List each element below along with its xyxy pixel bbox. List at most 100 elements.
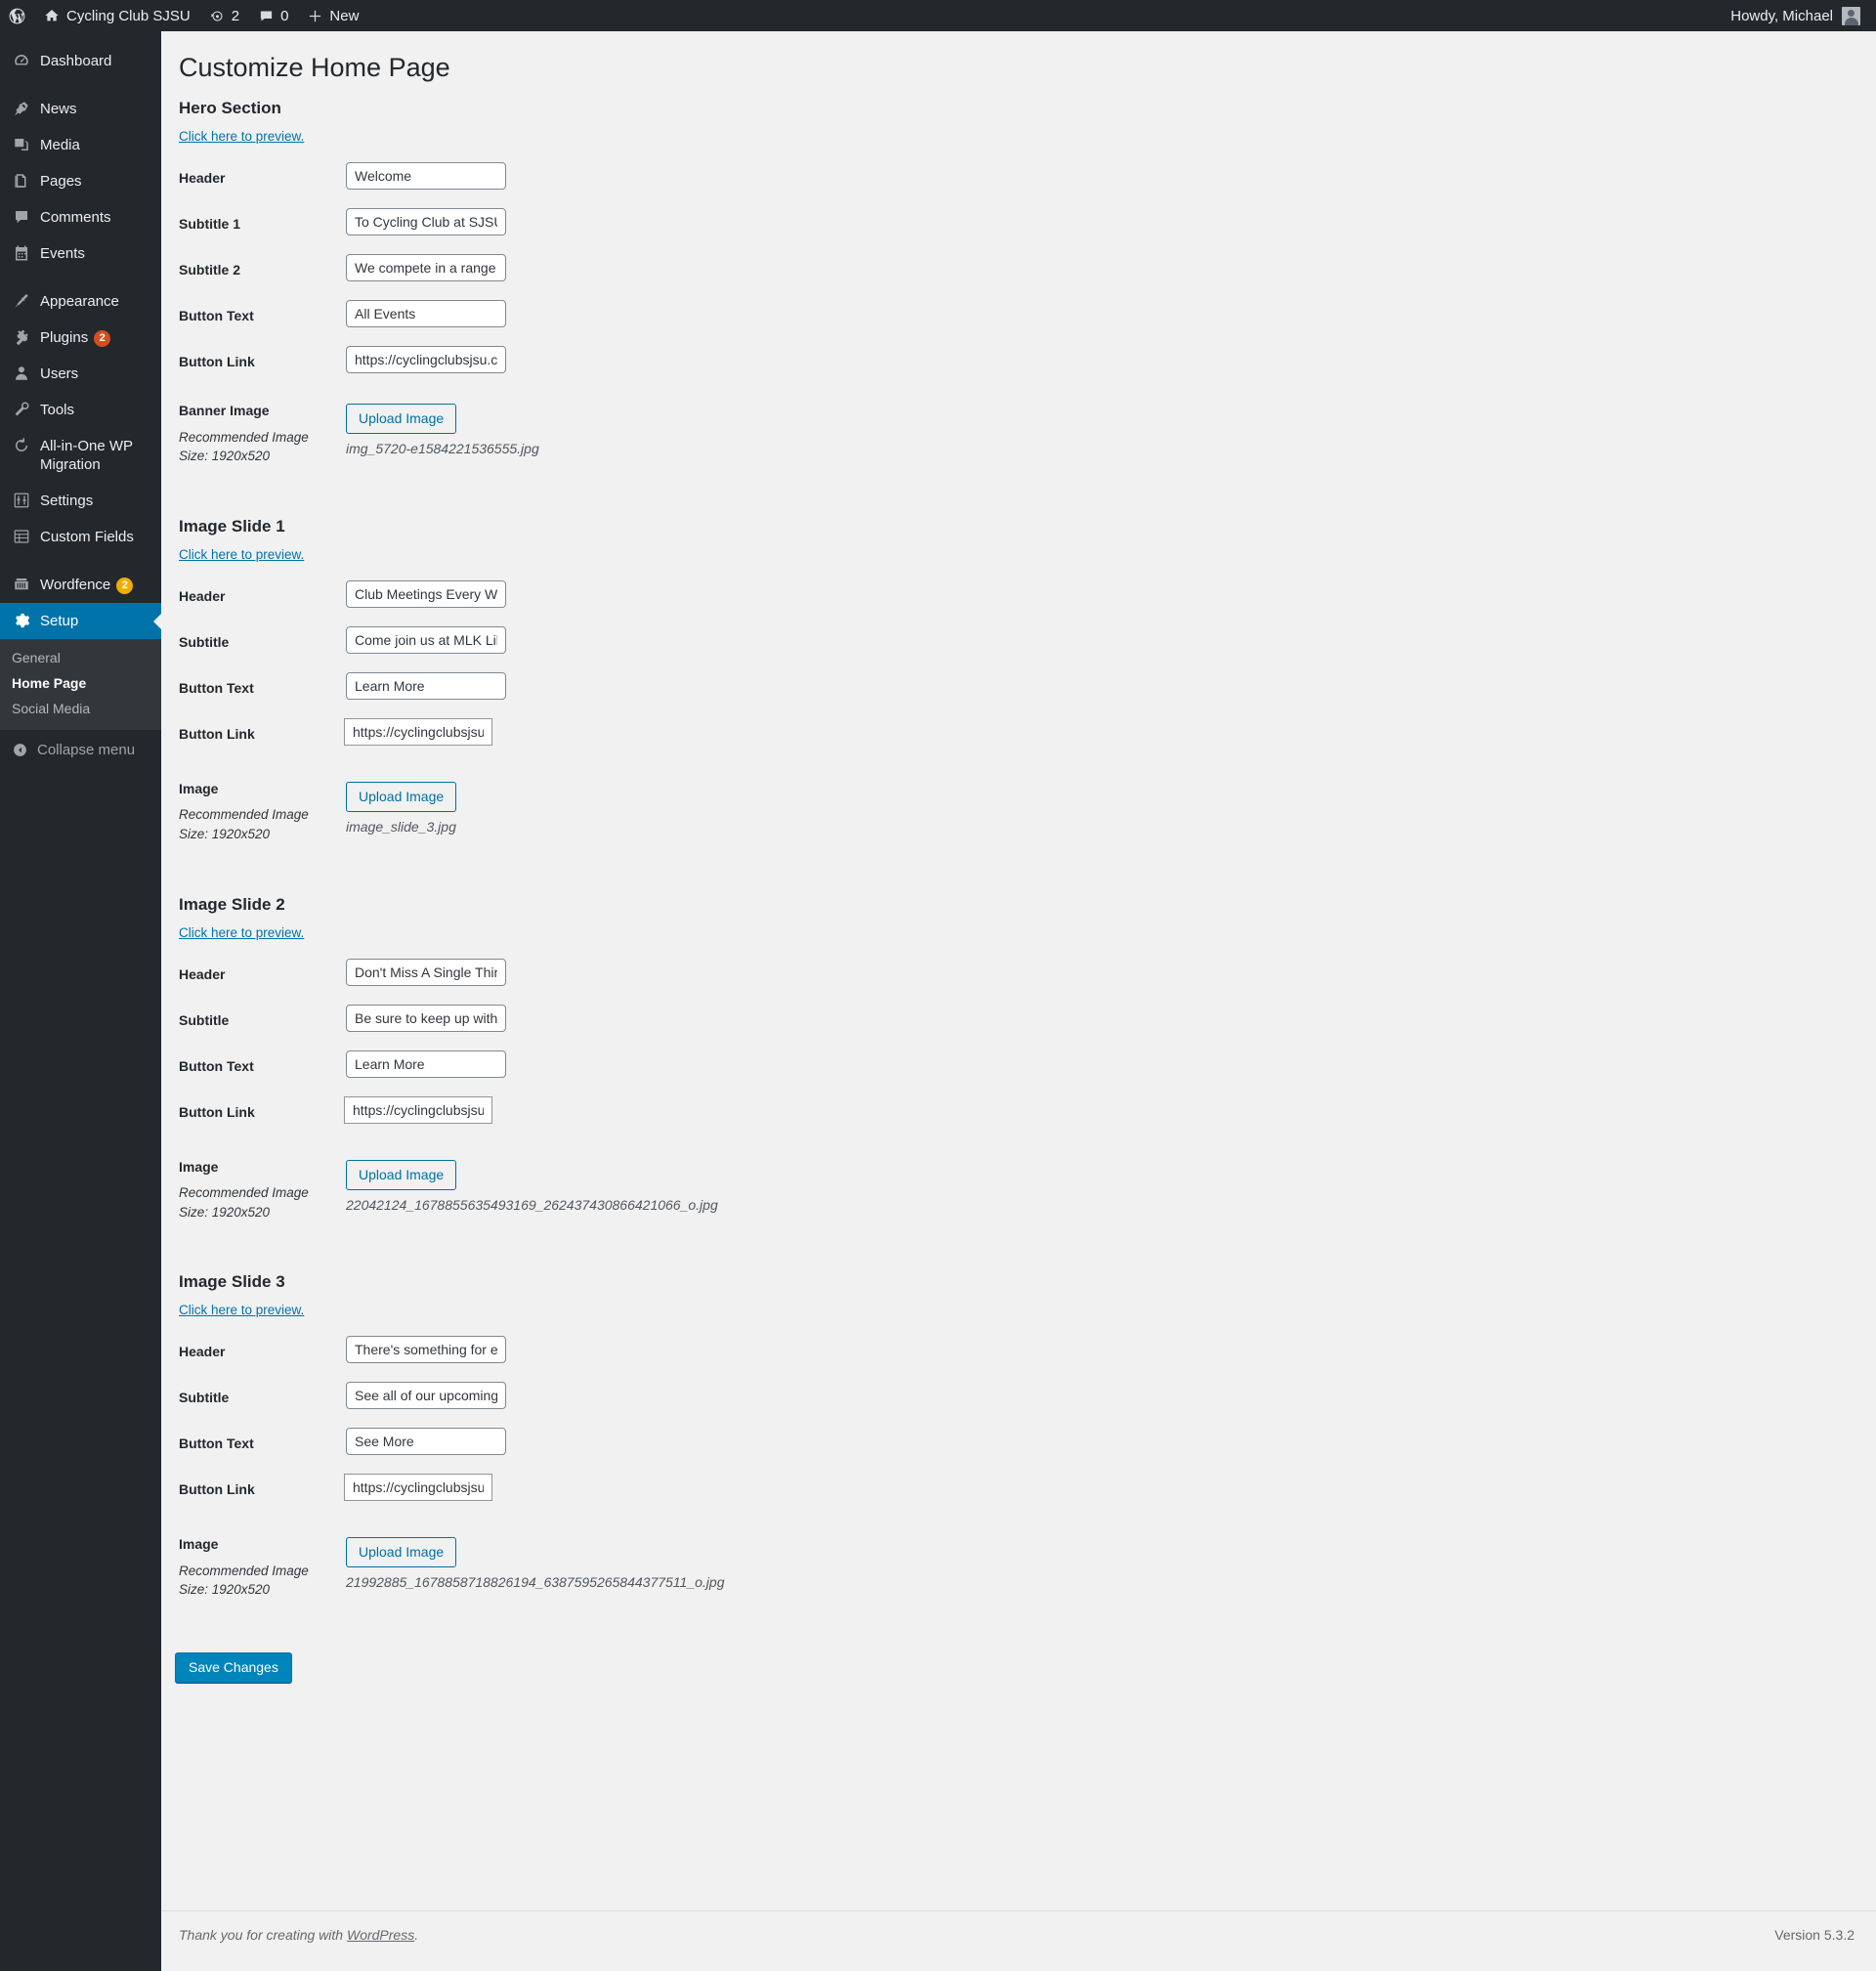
slide2-subtitle-input[interactable]: [346, 1004, 506, 1032]
sidebar-item-appearance[interactable]: Appearance: [0, 283, 161, 320]
hero-button-link-input[interactable]: [346, 346, 506, 374]
field-control: [344, 1465, 492, 1502]
slide2-button-link-input[interactable]: [344, 1095, 492, 1124]
hero-header-input[interactable]: [346, 162, 506, 191]
slide1-button-text-input[interactable]: [346, 671, 506, 700]
recommended-size-hint: Recommended Image Size: 1920x520: [179, 1563, 309, 1598]
field-row: Subtitle 1: [175, 199, 1876, 245]
field-control: [346, 337, 506, 374]
field-row: Button Link: [175, 1465, 1876, 1511]
sidebar-item-setup[interactable]: Setup: [0, 603, 161, 639]
tools-icon: [12, 401, 31, 418]
field-row: Button Link: [175, 337, 1876, 383]
slide2-button-text-input[interactable]: [346, 1050, 506, 1078]
save-gap: [175, 1607, 1876, 1652]
page-title: Customize Home Page: [179, 53, 450, 82]
hero-subtitle2-input[interactable]: [346, 254, 506, 282]
slide2-header-input[interactable]: [346, 958, 506, 986]
field-row: Header: [175, 950, 1876, 996]
custom-fields-icon: [12, 528, 31, 545]
upload-image-button[interactable]: Upload Image: [346, 781, 457, 812]
upload-image-button[interactable]: Upload Image: [346, 404, 457, 435]
slide1-button-link-input[interactable]: [344, 717, 492, 746]
sidebar-item-events[interactable]: Events: [0, 236, 161, 272]
preview-link[interactable]: Click here to preview.: [179, 1303, 304, 1317]
sidebar-item-tools[interactable]: Tools: [0, 392, 161, 428]
wordpress-version: Version 5.3.2: [1774, 1927, 1855, 1943]
field-control: [346, 950, 506, 986]
hero-form: Header Subtitle 1 Subtitle 2: [175, 153, 1876, 466]
collapse-menu-button[interactable]: Collapse menu: [0, 730, 161, 770]
sidebar-item-label: Dashboard: [40, 53, 112, 69]
admin-bar: Cycling Club SJSU 2 0 New Howdy, Michael: [0, 0, 1876, 31]
field-control: [346, 1327, 506, 1364]
preview-link[interactable]: Click here to preview.: [179, 925, 304, 940]
field-label: Button Link: [179, 1481, 255, 1498]
sidebar-item-news[interactable]: News: [0, 91, 161, 127]
admin-sidebar-menu: Dashboard News Media Pages Comments Even…: [0, 31, 161, 1971]
comments-button[interactable]: 0: [249, 0, 298, 31]
sidebar-item-settings[interactable]: Settings: [0, 483, 161, 519]
hero-button-text-input[interactable]: [346, 300, 506, 328]
slide3-button-text-input[interactable]: [346, 1428, 506, 1456]
field-row: Button Text: [175, 1042, 1876, 1088]
gear-icon: [12, 612, 31, 629]
bottom-gap: [175, 1683, 1876, 1732]
sidebar-item-label: Comments: [40, 209, 111, 226]
settings-icon: [12, 492, 31, 509]
preview-link[interactable]: Click here to preview.: [179, 547, 304, 562]
sidebar-item-label: Plugins 2: [40, 328, 161, 347]
submenu-item-home-page[interactable]: Home Page: [0, 670, 161, 696]
sidebar-item-label: Appearance: [40, 293, 119, 310]
sidebar-item-media[interactable]: Media: [0, 127, 161, 163]
sidebar-item-users[interactable]: Users: [0, 356, 161, 392]
image-label: Banner Image: [179, 403, 270, 419]
users-icon: [12, 364, 31, 382]
field-control: [344, 1088, 492, 1124]
sidebar-item-wordfence[interactable]: Wordfence 2: [0, 567, 161, 603]
comments-count: 0: [280, 7, 289, 24]
site-name-menu[interactable]: Cycling Club SJSU: [34, 0, 200, 31]
save-changes-button[interactable]: Save Changes: [175, 1651, 292, 1683]
preview-link[interactable]: Click here to preview.: [179, 129, 304, 144]
field-control: Upload Image 21992885_1678858718826194_6…: [346, 1524, 724, 1590]
sidebar-item-plugins[interactable]: Plugins 2: [0, 320, 161, 356]
field-row: Button Text: [175, 664, 1876, 709]
field-label: Button Text: [179, 308, 254, 324]
uploaded-filename: image_slide_3.jpg: [346, 819, 456, 835]
field-label: Image Recommended Image Size: 1920x520: [175, 769, 346, 844]
hero-subtitle1-input[interactable]: [346, 208, 506, 236]
wordpress-logo-button[interactable]: [0, 0, 34, 31]
slide2-form: Header Subtitle Button Text: [175, 950, 1876, 1222]
sidebar-item-comments[interactable]: Comments: [0, 199, 161, 236]
slide3-header-input[interactable]: [346, 1336, 506, 1364]
field-label: Header: [179, 170, 226, 187]
field-label: Header: [179, 965, 226, 982]
slide1-header-input[interactable]: [346, 579, 506, 608]
submenu-item-social-media[interactable]: Social Media: [0, 696, 161, 721]
upload-image-button[interactable]: Upload Image: [346, 1159, 457, 1190]
sidebar-item-all-in-one-wp-migration[interactable]: All-in-One WP Migration: [0, 428, 161, 483]
wordfence-alert-badge: 2: [116, 578, 134, 594]
slide3-button-link-input[interactable]: [344, 1474, 492, 1502]
wordpress-link[interactable]: WordPress: [347, 1927, 414, 1943]
field-label: Image Recommended Image Size: 1920x520: [175, 1147, 346, 1222]
field-label: Image Recommended Image Size: 1920x520: [175, 1524, 346, 1600]
field-row: Subtitle: [175, 996, 1876, 1042]
field-control: Upload Image 22042124_1678855635493169_2…: [346, 1147, 718, 1213]
new-content-button[interactable]: New: [298, 0, 368, 31]
comments-icon: [12, 208, 31, 226]
upload-image-button[interactable]: Upload Image: [346, 1537, 457, 1568]
account-menu[interactable]: Howdy, Michael: [1730, 6, 1876, 25]
comments-icon: [259, 9, 274, 23]
menu-separator: [0, 79, 161, 91]
sidebar-item-dashboard[interactable]: Dashboard: [0, 43, 161, 79]
updates-button[interactable]: 2: [200, 0, 249, 31]
sidebar-item-pages[interactable]: Pages: [0, 163, 161, 199]
slide1-subtitle-input[interactable]: [346, 625, 506, 654]
field-control: [346, 245, 506, 282]
sidebar-item-custom-fields[interactable]: Custom Fields: [0, 519, 161, 555]
slide3-subtitle-input[interactable]: [346, 1382, 506, 1410]
submenu-item-general[interactable]: General: [0, 645, 161, 670]
field-control: [346, 664, 506, 700]
